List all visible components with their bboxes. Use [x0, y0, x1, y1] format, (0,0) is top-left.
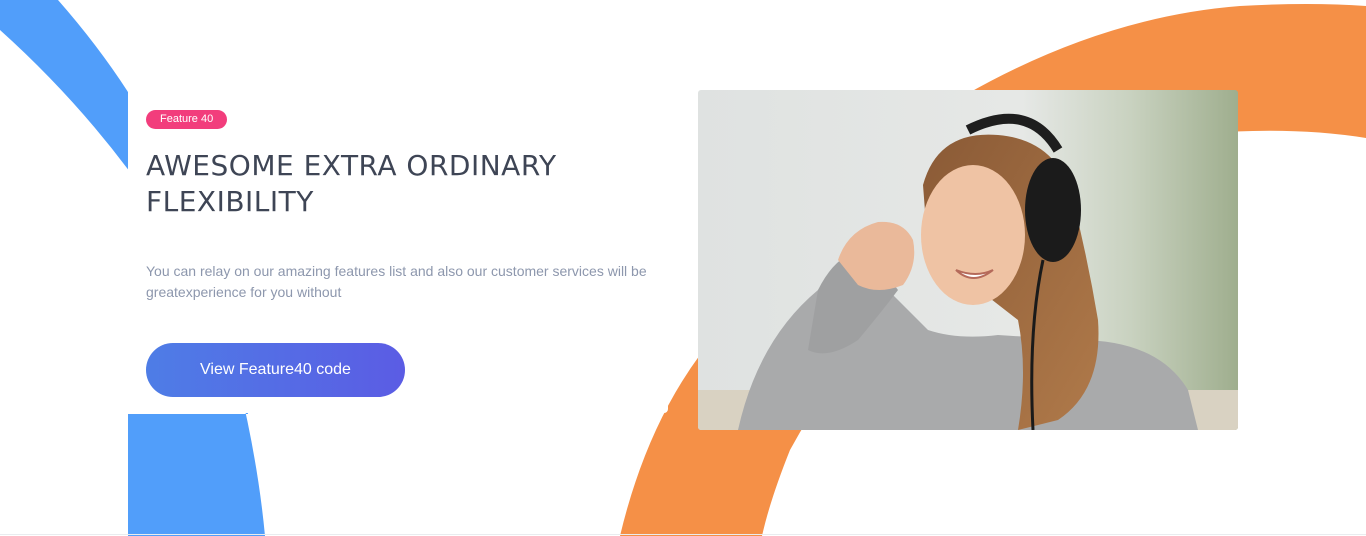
- feature-description: You can relay on our amazing features li…: [146, 263, 647, 300]
- feature-title: AWESOME EXTRA ORDINARY FLEXIBILITY: [146, 149, 557, 218]
- woman-with-headphones-photo: [698, 90, 1238, 430]
- bottom-divider: [0, 534, 1366, 535]
- feature-badge: Feature 40: [146, 110, 228, 129]
- feature-content-card: Feature 40 AWESOME EXTRA ORDINARY FLEXIB…: [128, 80, 668, 413]
- headphone-earcup-shape: [1025, 158, 1081, 262]
- face-shape: [921, 165, 1025, 305]
- view-feature-code-button[interactable]: View Feature40 code: [146, 343, 405, 397]
